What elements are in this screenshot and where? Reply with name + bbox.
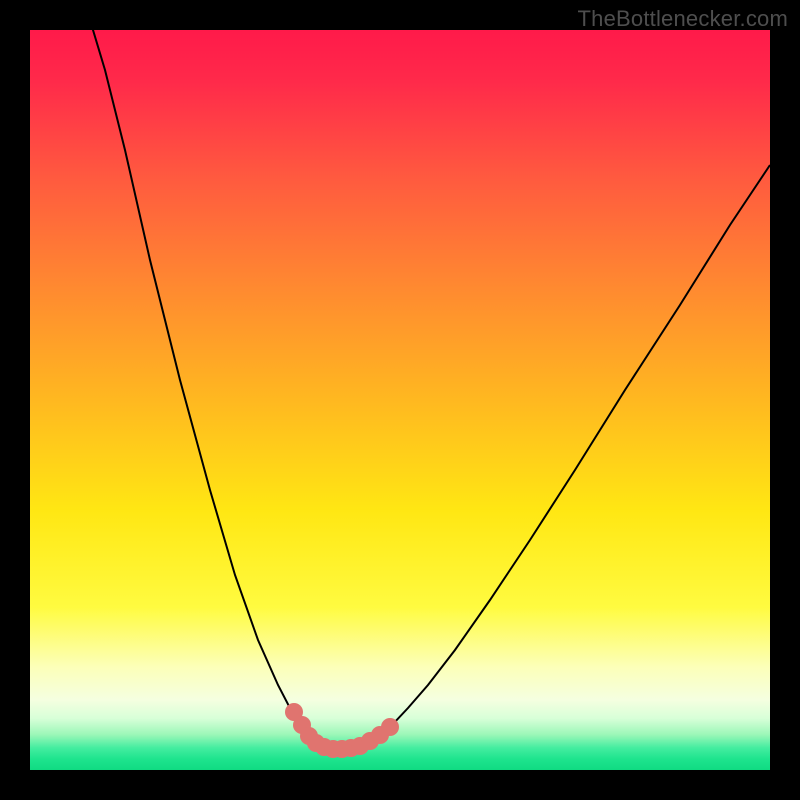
chart-plot-area	[30, 30, 770, 770]
watermark-label: TheBottlenecker.com	[578, 6, 788, 32]
chart-overlay-svg	[30, 30, 770, 770]
highlight-dot	[381, 718, 399, 736]
highlight-dots-group	[285, 703, 399, 758]
bottleneck-curve	[90, 30, 770, 748]
